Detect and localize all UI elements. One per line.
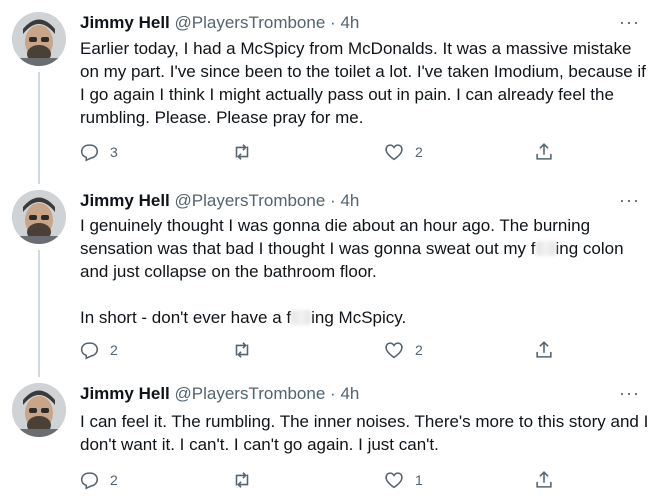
reply-button[interactable]: 2 [78,338,118,362]
like-count: 2 [415,144,423,160]
thread-connector-line [38,178,40,184]
avatar[interactable] [12,190,66,244]
tweet-text: I can feel it. The rumbling. The inner n… [80,410,655,456]
author-handle[interactable]: @PlayersTrombone [175,191,326,210]
share-icon [536,341,552,358]
reply-button[interactable]: 2 [78,468,118,492]
dot-separator: · [330,13,336,32]
thread-connector-line [38,371,40,377]
dot-separator: · [330,384,336,403]
share-icon [536,143,552,160]
tweet-paragraph: I genuinely thought I was gonna die abou… [80,214,655,283]
timestamp[interactable]: 4h [340,13,359,32]
avatar-photo [12,383,66,437]
tweet-paragraph: In short - don't ever have a f ing McSpic… [80,306,655,329]
like-icon [385,342,403,359]
tweet-text: Earlier today, I had a McSpicy from McDo… [80,37,655,129]
tweet-thread: Jimmy Hell @PlayersTrombone · 4h ··· Ear… [0,0,670,503]
reply-icon [80,342,99,360]
like-count: 2 [415,342,423,358]
tweet-text: I genuinely thought I was gonna die abou… [80,214,655,329]
censored-word-blur [291,310,312,325]
reply-icon [80,144,99,162]
text-segment: In short - don't ever have a f [80,308,292,327]
avatar-photo [12,190,66,244]
reply-count: 3 [110,144,118,160]
share-button[interactable] [533,140,555,164]
tweet[interactable]: Jimmy Hell @PlayersTrombone · 4h ··· I c… [0,371,670,503]
dot-separator: · [330,191,336,210]
tweet-paragraph: Earlier today, I had a McSpicy from McDo… [80,39,646,127]
tweet-actions: 2 1 [78,468,558,492]
author-name[interactable]: Jimmy Hell [80,191,170,210]
tweet-header: Jimmy Hell @PlayersTrombone · 4h [80,191,630,211]
retweet-button[interactable] [231,140,263,164]
more-icon[interactable]: ··· [619,12,640,33]
avatar[interactable] [12,383,66,437]
more-icon[interactable]: ··· [619,383,640,404]
tweet-actions: 2 2 [78,338,558,362]
timestamp[interactable]: 4h [340,384,359,403]
share-button[interactable] [533,468,555,492]
timestamp[interactable]: 4h [340,191,359,210]
tweet-actions: 3 2 [78,140,558,164]
like-count: 1 [415,472,423,488]
reply-count: 2 [110,342,118,358]
tweet-header: Jimmy Hell @PlayersTrombone · 4h [80,13,630,33]
like-button[interactable]: 1 [383,468,423,492]
tweet-header: Jimmy Hell @PlayersTrombone · 4h [80,384,630,404]
text-segment: I genuinely thought I was gonna die abou… [80,216,591,258]
avatar[interactable] [12,12,66,66]
retweet-icon [235,144,249,160]
retweet-button[interactable] [231,338,263,362]
retweet-icon [235,342,249,358]
like-icon [385,472,403,489]
thread-connector-line [38,72,40,178]
reply-button[interactable]: 3 [78,140,118,164]
author-handle[interactable]: @PlayersTrombone [175,13,326,32]
like-button[interactable]: 2 [383,338,423,362]
author-name[interactable]: Jimmy Hell [80,13,170,32]
thread-connector-line [38,250,40,371]
censored-word-blur [535,241,556,256]
retweet-icon [235,472,249,488]
tweet-paragraph: I can feel it. The rumbling. The inner n… [80,412,649,454]
author-handle[interactable]: @PlayersTrombone [175,384,326,403]
like-button[interactable]: 2 [383,140,423,164]
avatar-photo [12,12,66,66]
reply-icon [80,472,99,490]
retweet-button[interactable] [231,468,263,492]
tweet[interactable]: Jimmy Hell @PlayersTrombone · 4h ··· Ear… [0,0,670,178]
tweet[interactable]: Jimmy Hell @PlayersTrombone · 4h ··· I g… [0,178,670,371]
text-segment: ing McSpicy. [311,308,407,327]
share-button[interactable] [533,338,555,362]
reply-count: 2 [110,472,118,488]
like-icon [385,144,403,161]
more-icon[interactable]: ··· [619,190,640,211]
author-name[interactable]: Jimmy Hell [80,384,170,403]
share-icon [536,471,552,488]
